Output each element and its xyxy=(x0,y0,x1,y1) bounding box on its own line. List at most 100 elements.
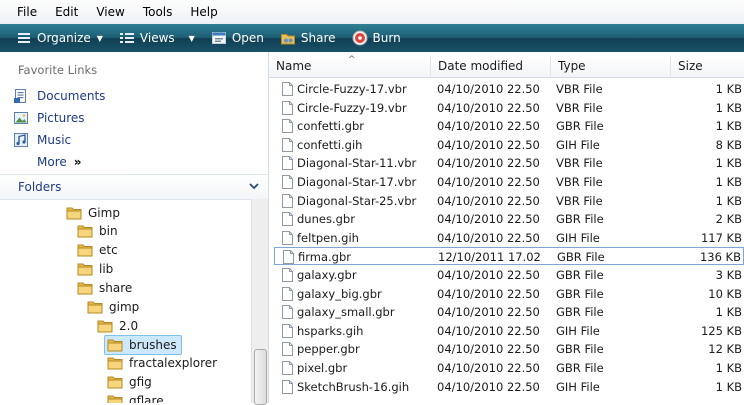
file-row[interactable]: galaxy.gbr 04/10/2010 22.50 GBR File 3 KB xyxy=(274,266,744,284)
file-size: 1 KB xyxy=(715,305,742,320)
file-row[interactable]: Diagonal-Star-11.vbr 04/10/2010 22.50 VBR … xyxy=(274,154,744,172)
tree-node-2-0[interactable]: 2.0 xyxy=(97,317,138,335)
file-type: GIH File xyxy=(556,323,600,338)
tree-node-fractalexplorer[interactable]: fractalexplorer xyxy=(107,354,217,372)
file-date-modified: 04/10/2010 22.50 xyxy=(437,193,540,208)
file-row[interactable]: confetti.gih 04/10/2010 22.50 GIH File 8 KB xyxy=(274,136,744,154)
tree-node-label: gimp xyxy=(109,300,140,314)
menu-file[interactable]: File xyxy=(0,0,46,24)
file-name: dunes.gbr xyxy=(297,212,355,227)
file-row[interactable]: pepper.gbr 04/10/2010 22.50 GBR File 12 KB xyxy=(274,340,744,358)
file-row[interactable]: dunes.gbr 04/10/2010 22.50 GBR File 2 KB xyxy=(274,210,744,228)
menu-view[interactable]: View xyxy=(87,0,133,24)
file-row[interactable]: Circle-Fuzzy-17.vbr 04/10/2010 22.50 VBR F… xyxy=(274,80,744,98)
pictures-icon xyxy=(13,110,29,126)
file-icon xyxy=(282,156,293,171)
file-row[interactable]: confetti.gbr 04/10/2010 22.50 GBR File 1 KB xyxy=(274,117,744,135)
file-type: GBR File xyxy=(556,305,604,320)
tree-node-gfig[interactable]: gfig xyxy=(107,373,152,391)
tree-node-share[interactable]: share xyxy=(77,279,132,297)
file-row[interactable]: firma.gbr 12/10/2011 17.02 GBR File 136 KB xyxy=(274,247,744,266)
file-icon xyxy=(282,82,293,96)
tree-node-label: brushes xyxy=(129,338,177,352)
chevron-down-icon[interactable] xyxy=(248,178,260,197)
file-row[interactable]: pixel.gbr 04/10/2010 22.50 GBR File 1 KB xyxy=(274,359,744,377)
favorite-links-more[interactable]: More » xyxy=(13,152,82,172)
file-date-modified: 04/10/2010 22.50 xyxy=(437,230,540,245)
file-date-modified: 04/10/2010 22.50 xyxy=(437,268,540,282)
file-type: GBR File xyxy=(556,119,604,134)
file-icon xyxy=(282,286,293,301)
folder-tree: Gimp bin etc lib share gimp 2.0 brushes xyxy=(0,199,252,403)
share-button[interactable]: Share xyxy=(274,24,342,52)
menu-edit[interactable]: Edit xyxy=(46,0,87,24)
file-size: 1 KB xyxy=(715,361,742,375)
organize-label: Organize xyxy=(37,31,91,45)
file-icon xyxy=(282,323,293,338)
file-type: GIH File xyxy=(556,137,600,152)
favorite-link-pictures[interactable]: Pictures xyxy=(13,108,85,128)
tree-node-bin[interactable]: bin xyxy=(77,222,118,240)
tree-node-lib[interactable]: lib xyxy=(77,260,113,278)
file-name: Diagonal-Star-17.vbr xyxy=(297,175,417,189)
tree-node-label: 2.0 xyxy=(119,319,139,333)
file-type: VBR File xyxy=(556,193,603,208)
column-type[interactable]: Type xyxy=(551,56,671,77)
open-icon xyxy=(211,30,227,46)
menu-tools[interactable]: Tools xyxy=(134,0,182,24)
menu-help[interactable]: Help xyxy=(181,0,226,24)
file-name: galaxy.gbr xyxy=(297,268,357,282)
column-date-modified[interactable]: Date modified xyxy=(431,56,551,77)
tree-node-gflare[interactable]: gflare xyxy=(107,392,164,403)
music-icon xyxy=(13,132,29,148)
open-button[interactable]: Open xyxy=(205,24,270,52)
organize-button[interactable]: Organize ▼ xyxy=(10,24,109,52)
column-size[interactable]: Size xyxy=(671,56,744,77)
file-name: Diagonal-Star-25.vbr xyxy=(297,193,417,208)
file-name: firma.gbr xyxy=(298,250,352,265)
file-type: GBR File xyxy=(556,361,604,375)
burn-button[interactable]: Burn xyxy=(346,24,407,52)
tree-node-gimp[interactable]: Gimp xyxy=(66,204,120,222)
file-date-modified: 04/10/2010 22.50 xyxy=(437,305,540,320)
column-name[interactable]: Name ^ xyxy=(269,55,431,77)
file-size: 1 KB xyxy=(715,379,742,394)
folder-icon xyxy=(107,376,123,389)
file-list-pane: Name ^ Date modified Type Size Circle-Fu… xyxy=(269,52,744,403)
scrollbar-thumb[interactable] xyxy=(254,349,267,405)
favorite-link-music[interactable]: Music xyxy=(13,130,71,150)
favorite-link-label: Pictures xyxy=(37,111,85,125)
file-row[interactable]: Circle-Fuzzy-19.vbr 04/10/2010 22.50 VBR F… xyxy=(274,99,744,117)
file-row[interactable]: Diagonal-Star-25.vbr 04/10/2010 22.50 VBR … xyxy=(274,192,744,210)
file-type: GBR File xyxy=(557,250,605,265)
folders-header[interactable]: Folders xyxy=(0,174,268,200)
tree-node-brushes[interactable]: brushes xyxy=(104,335,182,355)
file-row[interactable]: feltpen.gih 04/10/2010 22.50 GIH File 117 K… xyxy=(274,229,744,247)
more-label: More xyxy=(37,155,67,169)
folder-tree-scrollbar[interactable] xyxy=(251,199,268,405)
file-row[interactable]: Diagonal-Star-17.vbr 04/10/2010 22.50 VBR … xyxy=(274,173,744,191)
folder-icon xyxy=(77,225,93,238)
tree-node-label: gfig xyxy=(129,375,152,389)
burn-label: Burn xyxy=(372,31,401,45)
organize-icon xyxy=(16,30,32,46)
file-name: SketchBrush-16.gih xyxy=(297,379,410,394)
file-row[interactable]: galaxy_small.gbr 04/10/2010 22.50 GBR File… xyxy=(274,303,744,321)
file-date-modified: 04/10/2010 22.50 xyxy=(437,212,540,227)
file-row[interactable]: SketchBrush-16.gih 04/10/2010 22.50 GIH Fi… xyxy=(274,378,744,396)
file-row[interactable]: hsparks.gih 04/10/2010 22.50 GIH File 125 K… xyxy=(274,322,744,340)
folder-icon xyxy=(77,244,93,257)
file-icon xyxy=(282,119,293,134)
column-type-label: Type xyxy=(558,59,586,73)
tree-node-etc[interactable]: etc xyxy=(77,241,118,259)
favorite-link-documents[interactable]: Documents xyxy=(13,86,105,106)
folder-icon xyxy=(107,357,123,370)
sort-ascending-icon: ^ xyxy=(348,55,356,65)
menu-bar: File Edit View Tools Help xyxy=(0,0,744,25)
tree-node-gimp-share[interactable]: gimp xyxy=(87,298,139,316)
views-button[interactable]: Views ▼ xyxy=(113,24,201,52)
file-size: 1 KB xyxy=(715,193,742,208)
file-date-modified: 04/10/2010 22.50 xyxy=(437,82,540,96)
file-name: Circle-Fuzzy-17.vbr xyxy=(297,82,407,96)
file-row[interactable]: galaxy_big.gbr 04/10/2010 22.50 GBR File 10… xyxy=(274,285,744,303)
